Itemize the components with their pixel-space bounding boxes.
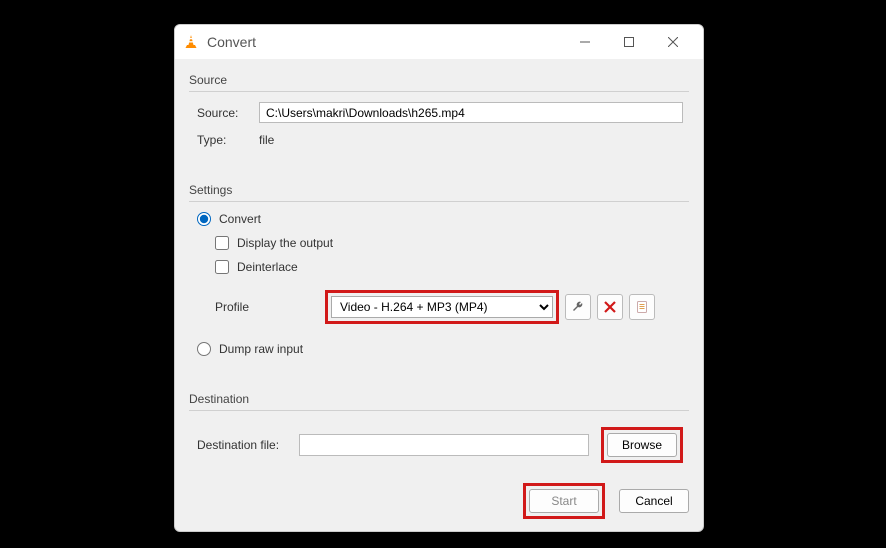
destination-row: Destination file: Browse — [197, 427, 683, 463]
window-controls — [563, 25, 695, 59]
close-button[interactable] — [651, 25, 695, 59]
wrench-icon — [571, 300, 585, 314]
source-group: Source Source: Type: file — [189, 67, 689, 163]
deinterlace-checkbox[interactable] — [215, 260, 229, 274]
profile-label: Profile — [215, 300, 325, 314]
source-row: Source: — [197, 102, 683, 123]
cancel-button[interactable]: Cancel — [619, 489, 689, 513]
new-profile-button[interactable] — [629, 294, 655, 320]
profile-row: Profile Video - H.264 + MP3 (MP4) — [197, 290, 683, 324]
minimize-button[interactable] — [563, 25, 607, 59]
maximize-icon — [624, 37, 634, 47]
dialog-body: Source Source: Type: file Settings Conve… — [175, 59, 703, 531]
minimize-icon — [580, 37, 590, 47]
convert-radio-row[interactable]: Convert — [197, 212, 683, 226]
settings-group-label: Settings — [189, 177, 689, 201]
titlebar[interactable]: Convert — [175, 25, 703, 59]
display-output-checkbox[interactable] — [215, 236, 229, 250]
type-row: Type: file — [197, 133, 683, 147]
dump-raw-radio[interactable] — [197, 342, 211, 356]
browse-highlight: Browse — [601, 427, 683, 463]
maximize-button[interactable] — [607, 25, 651, 59]
delete-x-icon — [604, 301, 616, 313]
window-title: Convert — [207, 34, 563, 50]
profile-select[interactable]: Video - H.264 + MP3 (MP4) — [331, 296, 553, 318]
close-icon — [668, 37, 678, 47]
source-input[interactable] — [259, 102, 683, 123]
source-group-label: Source — [189, 67, 689, 91]
dump-raw-label: Dump raw input — [219, 342, 303, 356]
new-file-icon — [635, 300, 649, 314]
display-output-row[interactable]: Display the output — [215, 236, 683, 250]
deinterlace-row[interactable]: Deinterlace — [215, 260, 683, 274]
dump-raw-row[interactable]: Dump raw input — [197, 342, 683, 356]
destination-group-label: Destination — [189, 386, 689, 410]
start-button[interactable]: Start — [529, 489, 599, 513]
convert-dialog: Convert Source Source: Type: — [174, 24, 704, 532]
type-value: file — [259, 133, 274, 147]
type-label: Type: — [197, 133, 259, 147]
deinterlace-label: Deinterlace — [237, 260, 298, 274]
convert-radio[interactable] — [197, 212, 211, 226]
browse-button[interactable]: Browse — [607, 433, 677, 457]
vlc-cone-icon — [183, 34, 199, 50]
dialog-actions: Start Cancel — [189, 483, 689, 519]
edit-profile-button[interactable] — [565, 294, 591, 320]
settings-group: Settings Convert Display the output Dein… — [189, 177, 689, 372]
destination-group: Destination Destination file: Browse — [189, 386, 689, 469]
delete-profile-button[interactable] — [597, 294, 623, 320]
start-highlight: Start — [523, 483, 605, 519]
source-label: Source: — [197, 106, 259, 120]
convert-label: Convert — [219, 212, 261, 226]
destination-file-input[interactable] — [299, 434, 589, 456]
destination-file-label: Destination file: — [197, 438, 299, 452]
display-output-label: Display the output — [237, 236, 333, 250]
profile-highlight: Video - H.264 + MP3 (MP4) — [325, 290, 559, 324]
